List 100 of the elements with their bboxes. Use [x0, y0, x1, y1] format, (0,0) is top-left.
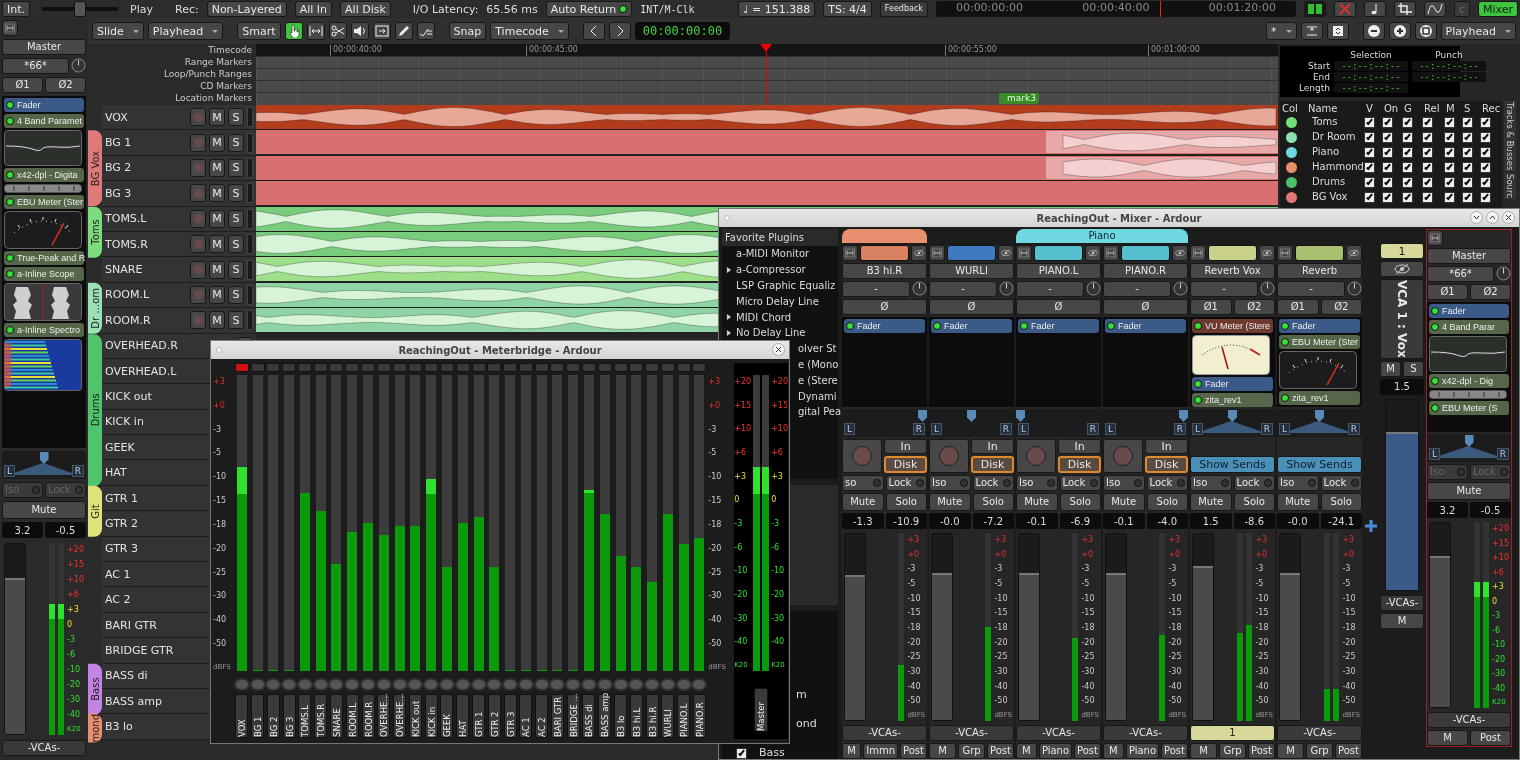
phase-invert-button[interactable]: Ø	[1016, 299, 1101, 315]
vca-button[interactable]: -VCAs-	[1277, 725, 1362, 741]
checkbox[interactable]	[1402, 192, 1413, 203]
pan-position-marker[interactable]	[967, 410, 976, 422]
input-button[interactable]: -	[1103, 281, 1171, 297]
tool-button[interactable]	[350, 22, 369, 40]
channel-name-button[interactable]: HAT	[456, 694, 470, 738]
zoom-focus-dropdown[interactable]: Playhead	[1440, 22, 1516, 40]
fader-handle[interactable]	[1106, 573, 1126, 720]
previous-button[interactable]	[582, 22, 605, 40]
fader-handle[interactable]	[845, 574, 865, 720]
strip-option-button[interactable]: Post	[900, 743, 927, 759]
maximize-icon[interactable]	[1486, 211, 1499, 224]
monitor-button[interactable]: In	[971, 439, 1014, 454]
checkbox[interactable]	[1422, 192, 1433, 203]
checkbox[interactable]	[1480, 177, 1491, 188]
checkbox[interactable]	[1364, 177, 1375, 188]
input-button[interactable]: -	[842, 281, 910, 297]
vca-number-button[interactable]: 1	[1380, 243, 1424, 259]
checkbox[interactable]	[1444, 162, 1455, 173]
minimize-icon[interactable]	[1470, 211, 1483, 224]
panner[interactable]: L R	[842, 409, 927, 437]
edit-point-dropdown[interactable]: Playhead	[147, 22, 224, 40]
mixer-button[interactable]: Mixer	[1478, 1, 1518, 17]
checkbox[interactable]	[1382, 117, 1393, 128]
track-header[interactable]: TOMS.L M S	[102, 206, 256, 231]
strip-name-button[interactable]: B3 hi.R	[842, 263, 927, 279]
checkbox[interactable]	[1444, 132, 1455, 143]
phase-invert-button[interactable]: Ø	[929, 299, 1014, 315]
channel-name-button[interactable]: BG 3	[282, 694, 296, 738]
fader-slot[interactable]: Fader	[1192, 377, 1273, 391]
vca-button[interactable]: -VCAs-	[929, 725, 1014, 741]
music-note-button[interactable]	[1363, 1, 1386, 17]
fader-slot[interactable]: Fader	[1018, 319, 1099, 333]
channel-name-button[interactable]: BRIDGE …	[566, 694, 580, 738]
group-tab[interactable]: Bass	[88, 663, 102, 715]
isolate-button[interactable]: Iso	[1190, 475, 1232, 491]
solo-button[interactable]: S	[1403, 360, 1424, 377]
grid-type-dropdown[interactable]: Timecode	[490, 22, 569, 40]
isolate-button[interactable]: so	[842, 475, 884, 491]
channel-name-button[interactable]: Master	[754, 688, 769, 732]
plugin-item[interactable]: LSP Graphic Equaliz	[722, 277, 838, 294]
edit-mode-dropdown[interactable]: Slide	[92, 22, 144, 40]
track-header[interactable]: TOMS.R M S	[102, 231, 256, 257]
show-sends-button[interactable]: Show Sends	[1190, 456, 1275, 473]
ruler-canvas[interactable]: 00:00:40:00 00:00:45:00 00:00:55:00 00:01:00:00 mark3	[256, 44, 1278, 105]
group-tab[interactable]: Dr …om	[88, 282, 102, 334]
hide-button[interactable]	[1346, 245, 1362, 261]
record-mode-button[interactable]: All Disk	[340, 1, 391, 17]
checkbox[interactable]	[1382, 192, 1393, 203]
strip-option-button[interactable]: M	[842, 743, 862, 759]
vca-button[interactable]: -VCAs-	[1103, 725, 1188, 741]
track-header[interactable]: BG 2 M S	[102, 155, 256, 181]
mute-button[interactable]: M	[209, 133, 225, 152]
channel-name-button[interactable]: ROOM.R	[361, 694, 375, 738]
mute-button[interactable]: Mute	[1103, 493, 1145, 511]
mute-button[interactable]: Mute	[929, 493, 971, 511]
lock-button[interactable]: Lock	[1146, 475, 1188, 491]
channel-name-button[interactable]: KICK in	[424, 694, 438, 738]
checkbox[interactable]	[1382, 162, 1393, 173]
mute-button[interactable]: M	[209, 108, 225, 127]
channel-name-button[interactable]: PIANO.L	[677, 694, 691, 738]
nudge-clock[interactable]: 00:00:00:00	[634, 22, 731, 40]
solo-button[interactable]: Solo	[1059, 493, 1101, 511]
track-color-button[interactable]	[1295, 245, 1344, 261]
int-button[interactable]: Int.	[2, 1, 31, 17]
track-header[interactable]: BG 1 M S	[102, 130, 256, 155]
checkbox[interactable]	[1462, 117, 1473, 128]
group-tab[interactable]: Drums	[88, 333, 102, 486]
checkbox[interactable]	[1364, 132, 1375, 143]
pan-position-marker[interactable]	[1315, 410, 1324, 422]
expander-icon[interactable]	[726, 266, 732, 273]
vca-button[interactable]: -VCAs-	[1380, 594, 1424, 611]
color-swatch[interactable]	[1286, 177, 1297, 188]
width-button[interactable]	[1277, 245, 1293, 261]
plugin-slot[interactable]: zita_rev1	[1192, 393, 1273, 407]
channel-name-button[interactable]: BG 1	[251, 694, 265, 738]
checkbox[interactable]	[1364, 162, 1375, 173]
solo-button[interactable]: S	[228, 311, 244, 330]
panner[interactable]: L R	[1277, 409, 1362, 437]
fader-slot[interactable]: Fader	[931, 319, 1012, 333]
mute-button[interactable]: M	[209, 235, 225, 254]
checkbox[interactable]	[1422, 162, 1433, 173]
strip-option-button[interactable]: Post	[1074, 743, 1101, 759]
input-button[interactable]: -	[1277, 281, 1345, 297]
checkbox[interactable]	[1422, 147, 1433, 158]
solo-button[interactable]: S	[228, 158, 244, 177]
strip-option-button[interactable]: Immn	[863, 743, 899, 759]
expand-tracks-button[interactable]	[1326, 22, 1349, 40]
strip-option-button[interactable]: Post	[987, 743, 1014, 759]
group-tab[interactable]: Git	[88, 485, 102, 537]
range-clock[interactable]: --:--:--:--	[1334, 72, 1408, 82]
auto-return-button[interactable]: Auto Return	[545, 1, 633, 17]
checkbox[interactable]	[1422, 177, 1433, 188]
channel-name-button[interactable]: TOMS.L	[298, 694, 312, 738]
shrink-tracks-button[interactable]	[1300, 22, 1323, 40]
close-icon[interactable]	[1502, 211, 1515, 224]
channel-name-button[interactable]: OVERHE…	[393, 694, 407, 738]
plugin-item[interactable]: Micro Delay Line	[722, 293, 838, 310]
side-tab[interactable]: Sourc	[1504, 173, 1516, 200]
